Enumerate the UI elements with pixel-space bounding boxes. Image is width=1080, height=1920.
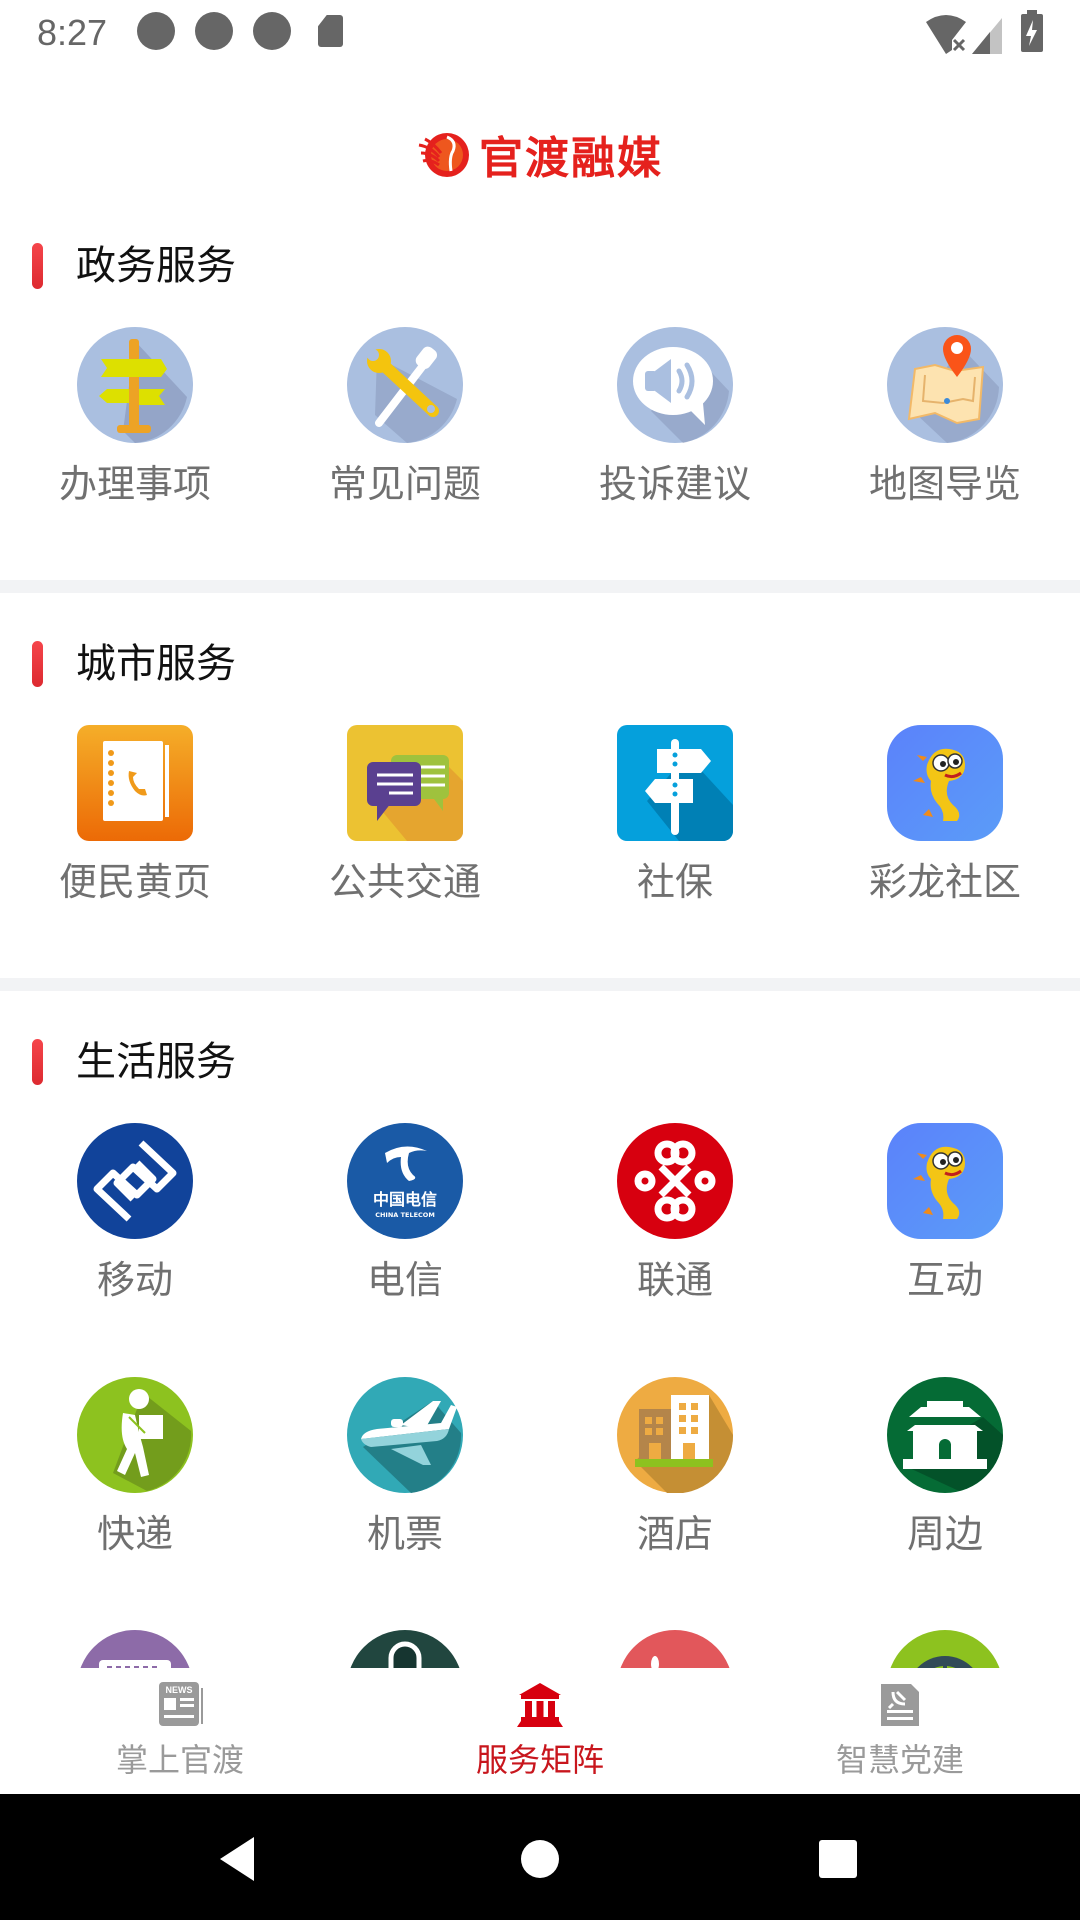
home-icon[interactable]: [510, 1829, 570, 1889]
china-telecom-logo-icon: 中国电信 CHINA TELECOM: [347, 1123, 463, 1239]
section-title: 生活服务: [76, 1039, 236, 1085]
service-item-complaints[interactable]: 投诉建议: [540, 327, 810, 527]
status-bar: 8:27: [0, 0, 1080, 70]
service-label: 电信: [366, 1258, 443, 1302]
tab-label: 服务矩阵: [475, 1741, 604, 1779]
service-item-flights[interactable]: 机票: [270, 1377, 540, 1577]
notification-dot-icon: [253, 12, 291, 50]
service-label: 投诉建议: [598, 462, 751, 506]
section-header-life: 生活服务: [0, 1037, 1080, 1087]
wrench-screwdriver-icon: [347, 327, 463, 443]
service-item-social-security[interactable]: 社保: [540, 725, 810, 925]
courier-icon: [77, 1377, 193, 1493]
section-header-city: 城市服务: [0, 639, 1080, 689]
service-item-yellow-pages[interactable]: 便民黄页: [0, 725, 270, 925]
service-label: 社保: [636, 860, 713, 904]
service-label: 办理事项: [58, 462, 211, 506]
notification-dot-icon: [137, 12, 175, 50]
logo-text: 官渡融媒: [479, 133, 663, 184]
city-gate-icon: [887, 1377, 1003, 1493]
direction-sign-icon: [617, 725, 733, 841]
service-item-nearby[interactable]: 周边: [810, 1377, 1080, 1577]
service-item-interaction[interactable]: 互动: [810, 1123, 1080, 1323]
service-item-china-telecom[interactable]: 中国电信 CHINA TELECOM 电信: [270, 1123, 540, 1323]
notification-dot-icon: [195, 12, 233, 50]
service-label: 公共交通: [328, 860, 481, 904]
hotel-building-icon: [617, 1377, 733, 1493]
china-mobile-logo-icon: [77, 1123, 193, 1239]
dragon-mascot-icon: [887, 1123, 1003, 1239]
recents-icon[interactable]: [808, 1829, 868, 1889]
section-header-government: 政务服务: [0, 241, 1080, 291]
tab-label: 掌上官渡: [115, 1741, 244, 1779]
service-label: 互动: [906, 1258, 983, 1302]
service-item-public-transit[interactable]: 公共交通: [270, 725, 540, 925]
phonebook-icon: [77, 725, 193, 841]
keyboard-icon[interactable]: [77, 1630, 193, 1668]
service-label: 彩龙社区: [868, 860, 1021, 904]
service-label: 联通: [636, 1258, 713, 1302]
section-accent-bar: [32, 1039, 43, 1085]
tab-news[interactable]: NEWS 掌上官渡: [0, 1668, 360, 1794]
service-item-courier[interactable]: 快递: [0, 1377, 270, 1577]
system-nav-bar: [0, 1794, 1080, 1920]
pin-icon[interactable]: [617, 1630, 733, 1668]
sd-card-icon: [318, 15, 343, 47]
svg-text:CHINA TELECOM: CHINA TELECOM: [375, 1211, 435, 1219]
china-unicom-logo-icon: [617, 1123, 733, 1239]
section-title: 政务服务: [76, 243, 236, 289]
news-icon: NEWS: [159, 1682, 203, 1726]
back-icon[interactable]: [206, 1829, 266, 1889]
speaker-bubble-icon: [617, 327, 733, 443]
battery-charging-icon: [1021, 10, 1043, 52]
lock-icon[interactable]: [347, 1630, 463, 1668]
dragon-mascot-icon: [887, 725, 1003, 841]
section-divider: [0, 580, 1080, 593]
wifi-off-icon: [926, 15, 966, 54]
service-item-hotel[interactable]: 酒店: [540, 1377, 810, 1577]
bottom-tab-bar: NEWS 掌上官渡 服务矩阵 智慧党建: [0, 1668, 1080, 1794]
government-building-icon: [517, 1683, 563, 1727]
svg-text:中国电信: 中国电信: [373, 1190, 437, 1209]
service-label: 便民黄页: [58, 860, 211, 904]
tab-service-matrix[interactable]: 服务矩阵: [360, 1668, 720, 1794]
phoenix-logo-icon: [418, 133, 469, 177]
airplane-icon: [347, 1377, 463, 1493]
status-time: 8:27: [37, 12, 108, 53]
service-label: 周边: [906, 1512, 983, 1556]
service-label: 机票: [366, 1512, 443, 1556]
service-label: 常见问题: [328, 462, 481, 506]
service-item-map[interactable]: 地图导览: [810, 327, 1080, 527]
service-item-faq[interactable]: 常见问题: [270, 327, 540, 527]
service-label: 快递: [96, 1512, 173, 1556]
cellular-signal-icon: [972, 18, 1002, 54]
section-accent-bar: [32, 641, 43, 687]
compass-icon[interactable]: [887, 1630, 1003, 1668]
service-item-affairs[interactable]: 办理事项: [0, 327, 270, 527]
tab-label: 智慧党建: [835, 1741, 964, 1779]
service-item-cailong-community[interactable]: 彩龙社区: [810, 725, 1080, 925]
party-document-icon: [881, 1684, 919, 1726]
service-item-china-mobile[interactable]: 移动: [0, 1123, 270, 1323]
chat-bubbles-icon: [347, 725, 463, 841]
section-divider: [0, 978, 1080, 991]
section-accent-bar: [32, 243, 43, 289]
map-pin-icon: [887, 327, 1003, 443]
partial-row: [0, 1600, 1080, 1668]
service-label: 移动: [96, 1258, 173, 1302]
tab-smart-party[interactable]: 智慧党建: [720, 1668, 1080, 1794]
service-label: 酒店: [636, 1512, 713, 1556]
section-title: 城市服务: [76, 641, 236, 687]
signpost-icon: [77, 327, 193, 443]
svg-text:NEWS: NEWS: [166, 1685, 193, 1695]
service-item-china-unicom[interactable]: 联通: [540, 1123, 810, 1323]
service-label: 地图导览: [868, 462, 1021, 506]
app-logo: 官渡融媒: [0, 122, 1080, 186]
